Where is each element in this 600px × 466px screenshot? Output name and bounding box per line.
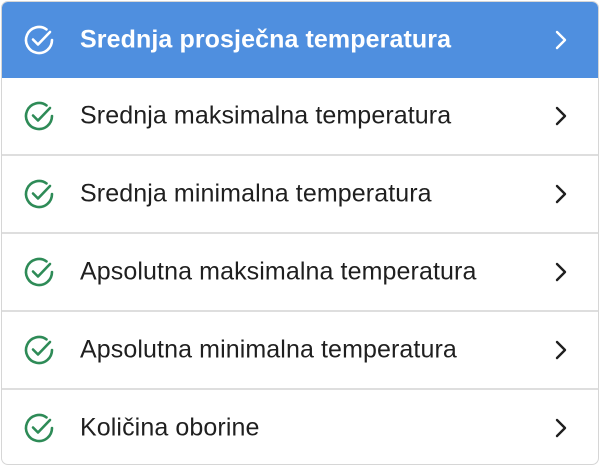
menu-item-label: Srednja prosječna temperatura [80, 25, 452, 53]
check-circle-icon [22, 255, 56, 289]
check-circle-icon [22, 411, 56, 445]
chevron-right-icon [552, 261, 570, 283]
chevron-right-icon [552, 183, 570, 205]
menu-item-label: Srednja maksimalna temperatura [80, 101, 452, 130]
check-circle-icon [22, 333, 56, 367]
check-circle-icon [22, 99, 56, 133]
menu-item-srednja-maksimalna-temperatura[interactable]: Srednja maksimalna temperatura [2, 78, 598, 156]
menu-item-label: Srednja minimalna temperatura [80, 179, 432, 208]
menu-item-srednja-prosjecna-temperatura[interactable]: Srednja prosječna temperatura [2, 2, 598, 78]
chevron-right-icon [552, 29, 570, 51]
check-circle-icon [22, 23, 56, 57]
chevron-right-icon [552, 339, 570, 361]
chevron-right-icon [552, 417, 570, 439]
menu-item-apsolutna-minimalna-temperatura[interactable]: Apsolutna minimalna temperatura [2, 312, 598, 390]
menu-item-label: Apsolutna minimalna temperatura [80, 335, 457, 364]
menu-item-label: Količina oborine [80, 413, 260, 442]
check-circle-icon [22, 177, 56, 211]
menu-item-srednja-minimalna-temperatura[interactable]: Srednja minimalna temperatura [2, 156, 598, 234]
chevron-right-icon [552, 105, 570, 127]
menu-item-kolicina-oborine[interactable]: Količina oborine [2, 390, 598, 464]
parameter-menu: Srednja prosječna temperatura Srednja ma… [1, 1, 599, 465]
menu-item-apsolutna-maksimalna-temperatura[interactable]: Apsolutna maksimalna temperatura [2, 234, 598, 312]
menu-item-label: Apsolutna maksimalna temperatura [80, 257, 477, 286]
